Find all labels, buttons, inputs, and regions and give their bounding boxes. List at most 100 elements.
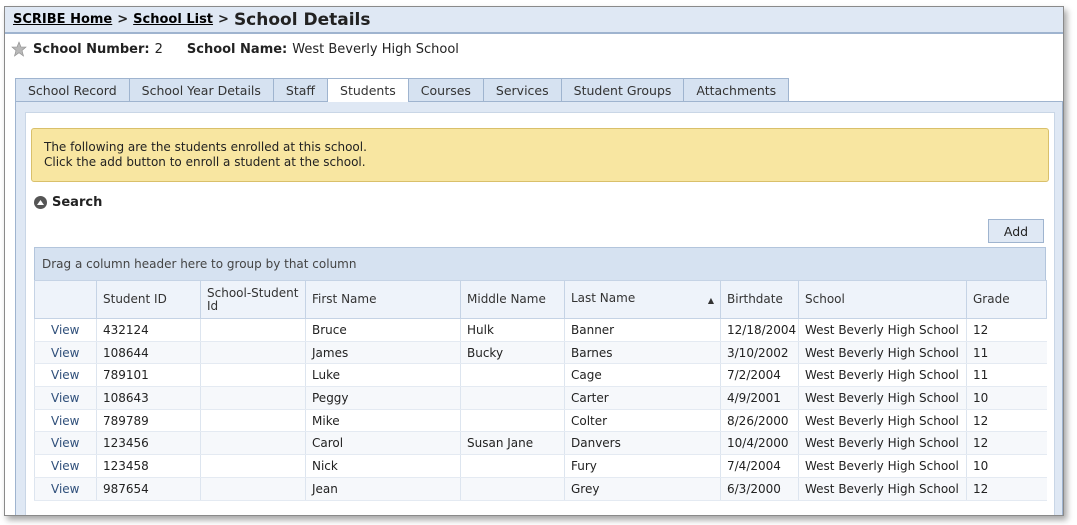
students-grid: Drag a column header here to group by th…	[34, 247, 1047, 501]
last-name-cell: Danvers	[564, 431, 721, 456]
middle-name-cell	[460, 454, 565, 478]
tab-attachments[interactable]: Attachments	[683, 78, 790, 101]
grade-cell: 12	[966, 318, 1047, 342]
column-header-grade[interactable]: Grade	[966, 280, 1047, 319]
view-link[interactable]: View	[34, 318, 97, 342]
students-content: The following are the students enrolled …	[25, 112, 1055, 515]
birthdate-cell: 3/10/2002	[720, 341, 799, 365]
last-name-cell: Banner	[564, 318, 721, 342]
school-name-value: West Beverly High School	[292, 41, 459, 57]
tab-courses[interactable]: Courses	[407, 78, 484, 101]
birthdate-cell: 6/3/2000	[720, 477, 799, 501]
view-link[interactable]: View	[34, 431, 97, 456]
grade-cell: 11	[966, 341, 1047, 365]
tab-panel: The following are the students enrolled …	[15, 101, 1063, 515]
table-row: View 789101 Luke Cage 7/2/2004 West Beverly H…	[34, 363, 1047, 388]
student-id-cell: 123456	[96, 431, 201, 456]
school-student-id-cell	[200, 409, 306, 433]
search-label: Search	[52, 195, 103, 210]
view-link[interactable]: View	[34, 409, 97, 433]
tab-services[interactable]: Services	[482, 78, 562, 101]
school-cell: West Beverly High School	[798, 386, 967, 410]
school-name-label: School Name:	[186, 41, 288, 57]
student-id-cell: 123458	[96, 454, 201, 478]
school-student-id-cell	[200, 318, 306, 342]
last-name-cell: Carter	[564, 386, 721, 410]
last-name-cell: Fury	[564, 454, 721, 478]
column-header-middle-name[interactable]: Middle Name	[460, 280, 565, 319]
school-student-id-cell	[200, 386, 306, 410]
column-header-birthdate[interactable]: Birthdate	[720, 280, 799, 319]
breadcrumb: SCRIBE Home > School List > School Detai…	[5, 7, 1063, 34]
middle-name-cell: Susan Jane	[460, 431, 565, 456]
table-row: View 108644 James Bucky Barnes 3/10/2002 West …	[34, 341, 1047, 365]
tab-school-record[interactable]: School Record	[15, 78, 130, 101]
grade-cell: 12	[966, 409, 1047, 433]
column-header-student-id[interactable]: Student ID	[96, 280, 201, 319]
page-frame: SCRIBE Home > School List > School Detai…	[4, 6, 1064, 516]
tab-bar: School Record School Year Details Staff …	[15, 78, 790, 102]
view-link[interactable]: View	[34, 363, 97, 388]
school-student-id-cell	[200, 477, 306, 501]
column-header-school-student-id[interactable]: School-Student Id	[200, 280, 306, 319]
school-student-id-cell	[200, 341, 306, 365]
school-info-bar: School Number: 2 School Name: West Bever…	[5, 34, 1063, 64]
page-title: School Details	[233, 9, 371, 30]
grade-cell: 12	[966, 477, 1047, 501]
star-icon[interactable]	[11, 41, 27, 57]
tab-staff[interactable]: Staff	[272, 78, 329, 101]
search-toggle[interactable]: Search	[34, 195, 102, 210]
school-number-label: School Number:	[33, 41, 150, 57]
first-name-cell: Bruce	[305, 318, 461, 342]
first-name-cell: Nick	[305, 454, 461, 478]
breadcrumb-school-list-link[interactable]: School List	[133, 12, 213, 27]
group-by-bar[interactable]: Drag a column header here to group by th…	[34, 247, 1046, 280]
table-row: View 987654 Jean Grey 6/3/2000 West Beverly H…	[34, 477, 1047, 501]
birthdate-cell: 7/4/2004	[720, 454, 799, 478]
column-header-first-name[interactable]: First Name	[305, 280, 461, 319]
table-row: View 123458 Nick Fury 7/4/2004 West Beverly H…	[34, 454, 1047, 478]
middle-name-cell	[460, 363, 565, 388]
add-button[interactable]: Add	[988, 219, 1044, 243]
table-row: View 123456 Carol Susan Jane Danvers 10/4/200…	[34, 431, 1047, 456]
birthdate-cell: 12/18/2004	[720, 318, 799, 342]
tab-student-groups[interactable]: Student Groups	[560, 78, 685, 101]
school-cell: West Beverly High School	[798, 341, 967, 365]
column-header-last-name[interactable]: Last Name ▲	[564, 280, 721, 319]
expand-icon	[34, 196, 47, 209]
view-link[interactable]: View	[34, 477, 97, 501]
birthdate-cell: 10/4/2000	[720, 431, 799, 456]
breadcrumb-separator: >	[218, 12, 229, 27]
breadcrumb-home-link[interactable]: SCRIBE Home	[13, 12, 112, 27]
first-name-cell: Carol	[305, 431, 461, 456]
grade-cell: 10	[966, 454, 1047, 478]
view-link[interactable]: View	[34, 341, 97, 365]
column-header-actions	[34, 280, 97, 319]
school-student-id-cell	[200, 454, 306, 478]
school-cell: West Beverly High School	[798, 431, 967, 456]
breadcrumb-separator: >	[117, 12, 129, 27]
view-link[interactable]: View	[34, 454, 97, 478]
student-id-cell: 108644	[96, 341, 201, 365]
school-student-id-cell	[200, 363, 306, 388]
table-row: View 108643 Peggy Carter 4/9/2001 West Beverl…	[34, 386, 1047, 410]
students-table: Student ID School-Student Id First Name …	[34, 280, 1047, 501]
student-id-cell: 108643	[96, 386, 201, 410]
table-row: View 789789 Mike Colter 8/26/2000 West Beverl…	[34, 409, 1047, 433]
birthdate-cell: 7/2/2004	[720, 363, 799, 388]
column-header-school[interactable]: School	[798, 280, 967, 319]
table-row: View 432124 Bruce Hulk Banner 12/18/2004 West …	[34, 318, 1047, 342]
sort-ascending-icon: ▲	[707, 296, 714, 305]
last-name-cell: Colter	[564, 409, 721, 433]
tab-school-year-details[interactable]: School Year Details	[128, 78, 274, 101]
middle-name-cell: Bucky	[460, 341, 565, 365]
middle-name-cell	[460, 477, 565, 501]
table-body: View 432124 Bruce Hulk Banner 12/18/2004 West …	[34, 318, 1047, 501]
tab-students[interactable]: Students	[327, 78, 409, 102]
student-id-cell: 987654	[96, 477, 201, 501]
grade-cell: 10	[966, 386, 1047, 410]
view-link[interactable]: View	[34, 386, 97, 410]
school-student-id-cell	[200, 431, 306, 456]
student-id-cell: 789789	[96, 409, 201, 433]
first-name-cell: Peggy	[305, 386, 461, 410]
